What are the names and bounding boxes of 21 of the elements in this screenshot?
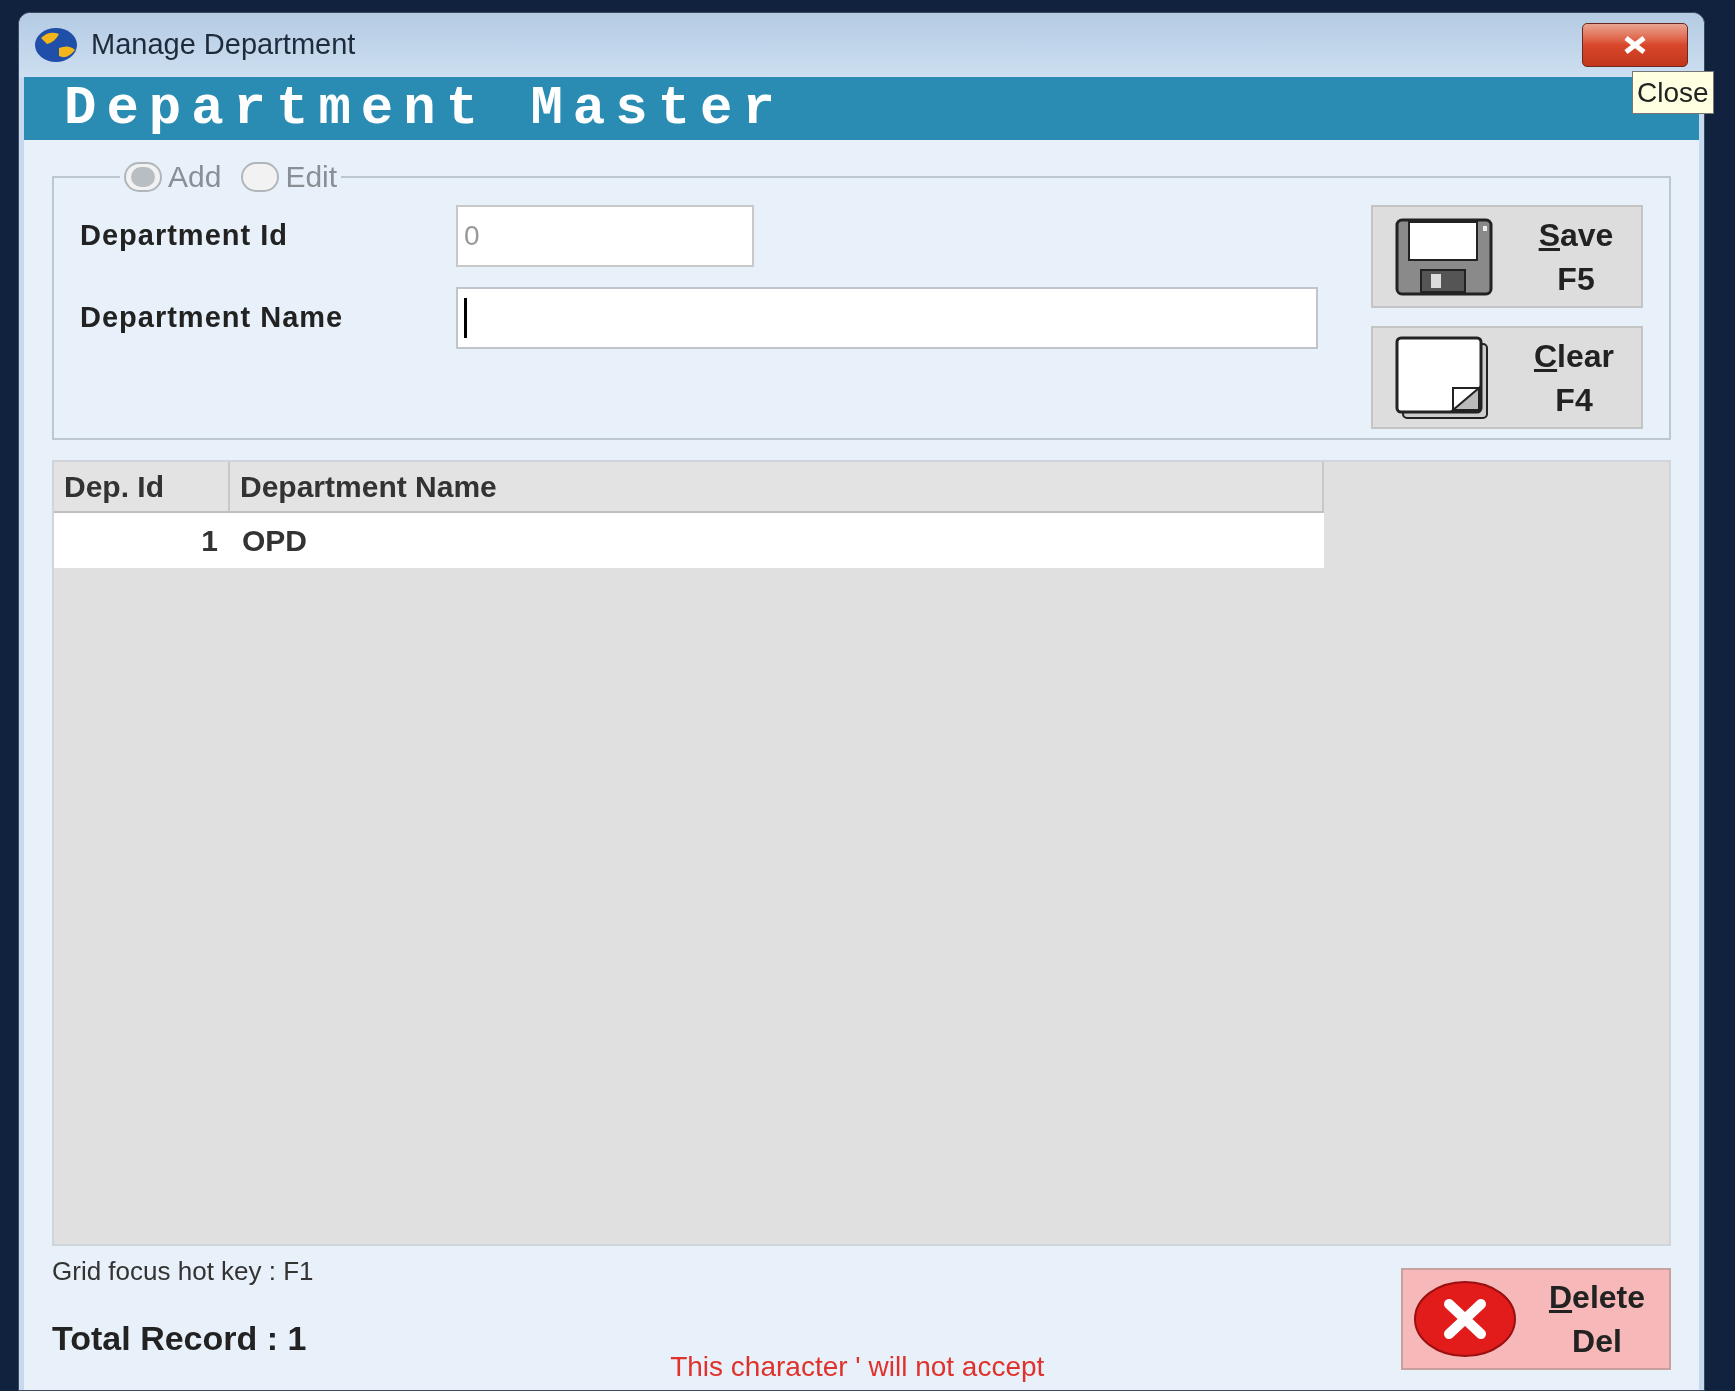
table-cell-text: OPD — [241, 523, 308, 559]
close-button[interactable] — [1582, 23, 1688, 67]
delete-icon — [1413, 1280, 1517, 1358]
hint-text: Grid focus hot key : F1 — [52, 1255, 314, 1288]
close-icon — [1622, 36, 1648, 54]
table-cell-text: 1 — [200, 523, 219, 559]
page-icon — [1395, 335, 1489, 420]
banner-title: Department Master — [64, 81, 785, 136]
close-tooltip: Close — [1632, 71, 1714, 114]
delete-button[interactable]: Delete Del — [1401, 1268, 1671, 1370]
window-title: Manage Department — [91, 27, 356, 63]
total-record-text: Total Record : 1 — [52, 1318, 308, 1359]
save-button[interactable]: Save F5 — [1371, 205, 1643, 308]
column-header[interactable]: Dep. Id — [54, 462, 230, 511]
text-field[interactable] — [456, 287, 1318, 349]
app-globe-icon — [33, 26, 79, 64]
field-label: Department Id — [80, 218, 289, 254]
warning-message: This character ' will not accept — [670, 1350, 1045, 1384]
clear-button[interactable]: Clear F4 — [1371, 326, 1643, 429]
field-label: Department Name — [80, 300, 345, 336]
column-header[interactable]: Department Name — [230, 462, 1324, 511]
